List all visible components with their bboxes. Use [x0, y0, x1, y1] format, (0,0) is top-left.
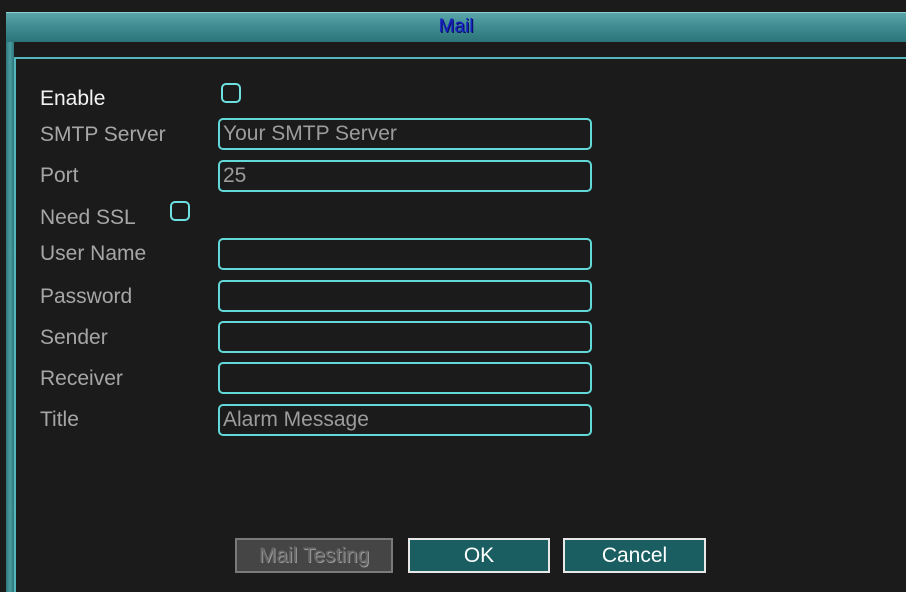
sender-input[interactable] — [218, 321, 592, 353]
dialog-title: Mail — [438, 16, 474, 37]
need-ssl-label: Need SSL — [40, 206, 136, 229]
receiver-label: Receiver — [40, 367, 123, 390]
user-name-label: User Name — [40, 242, 147, 265]
ok-button[interactable]: OK — [408, 538, 550, 573]
mail-dialog: Mail Enable SMTP Server Your SMTP Server… — [0, 0, 906, 592]
port-input[interactable]: 25 — [218, 160, 592, 192]
sender-label: Sender — [40, 326, 108, 349]
smtp-server-label: SMTP Server — [40, 123, 166, 146]
receiver-input[interactable] — [218, 362, 592, 394]
title-bar: Mail — [6, 12, 906, 42]
title-input[interactable]: Alarm Message — [218, 404, 592, 436]
enable-label: Enable — [40, 87, 106, 110]
smtp-server-input[interactable]: Your SMTP Server — [218, 118, 592, 150]
password-input[interactable] — [218, 280, 592, 312]
password-label: Password — [40, 285, 133, 308]
mail-testing-button: Mail Testing — [235, 538, 393, 573]
need-ssl-checkbox[interactable] — [170, 201, 190, 221]
title-label: Title — [40, 408, 79, 431]
cancel-button[interactable]: Cancel — [563, 538, 706, 573]
enable-checkbox[interactable] — [221, 83, 241, 103]
left-frame-bar — [6, 42, 14, 592]
port-label: Port — [40, 164, 79, 187]
user-name-input[interactable] — [218, 238, 592, 270]
